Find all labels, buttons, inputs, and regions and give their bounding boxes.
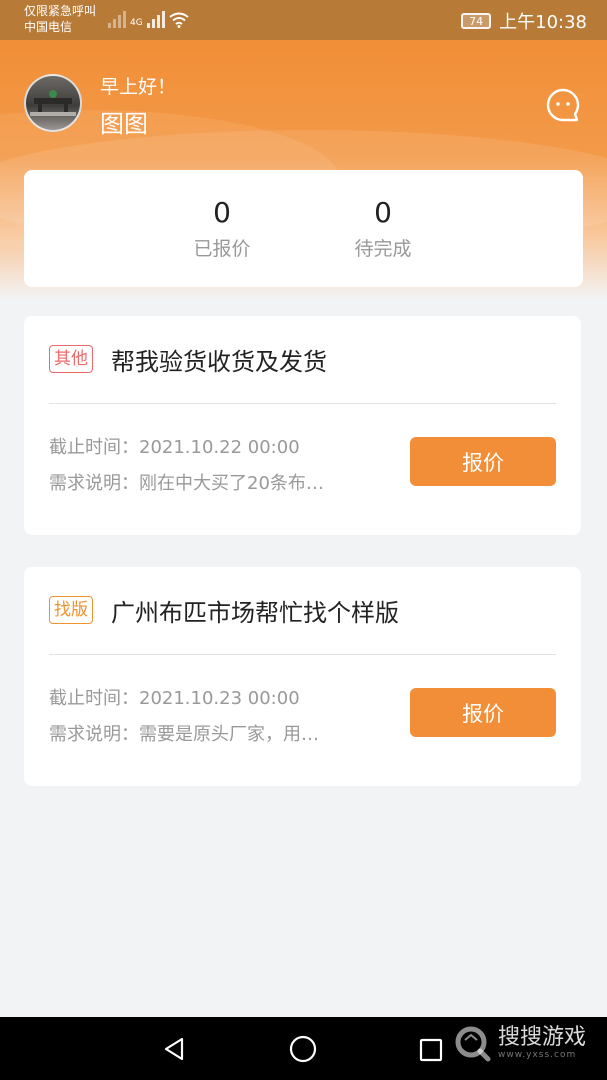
home-icon[interactable] bbox=[288, 1034, 318, 1064]
carrier-line1: 仅限紧急呼叫 bbox=[24, 4, 97, 18]
chat-bubble-icon[interactable] bbox=[545, 87, 581, 123]
username: 图图 bbox=[100, 110, 148, 138]
avatar[interactable] bbox=[24, 74, 82, 132]
stats-card: 0 已报价 0 待完成 bbox=[24, 170, 583, 287]
navigation-bar: 搜搜游戏 www.yxss.com bbox=[0, 1017, 607, 1080]
watermark: 搜搜游戏 www.yxss.com bbox=[452, 1023, 586, 1063]
search-magnifier-icon bbox=[455, 1026, 491, 1062]
watermark-text: 搜搜游戏 bbox=[498, 1025, 587, 1050]
stat-value: 0 bbox=[374, 196, 392, 229]
category-tag: 找版 bbox=[49, 596, 93, 624]
recent-apps-icon[interactable] bbox=[418, 1037, 444, 1063]
description-text: 需求说明：刚在中大买了20条布… bbox=[49, 473, 324, 494]
stat-quoted[interactable]: 0 已报价 bbox=[162, 196, 282, 261]
signal-icon bbox=[108, 10, 126, 28]
wifi-icon bbox=[169, 12, 189, 28]
carrier-line2: 中国电信 bbox=[24, 20, 73, 34]
stat-pending[interactable]: 0 待完成 bbox=[323, 196, 443, 261]
order-title: 帮我验货收货及发货 bbox=[111, 348, 327, 376]
quote-button[interactable]: 报价 bbox=[410, 437, 556, 486]
avatar-image bbox=[30, 90, 76, 116]
order-card[interactable]: 找版 广州布匹市场帮忙找个样版 截止时间：2021.10.23 00:00 需求… bbox=[24, 567, 581, 786]
battery-icon: 74 bbox=[461, 13, 492, 29]
divider bbox=[49, 403, 556, 404]
signal-indicators: 4G bbox=[108, 10, 189, 28]
description-text: 需求说明：需要是原头厂家，用… bbox=[49, 724, 319, 745]
status-bar: 仅限紧急呼叫 中国电信 4G 74 上午10:38 bbox=[0, 0, 607, 40]
stat-value: 0 bbox=[213, 196, 231, 229]
stat-label: 待完成 bbox=[354, 238, 412, 260]
stat-label: 已报价 bbox=[193, 238, 251, 260]
order-title: 广州布匹市场帮忙找个样版 bbox=[111, 599, 399, 627]
clock: 上午10:38 bbox=[499, 12, 587, 33]
network-type: 4G bbox=[130, 18, 143, 28]
deadline-text: 截止时间：2021.10.22 00:00 bbox=[49, 437, 300, 458]
quote-button[interactable]: 报价 bbox=[410, 688, 556, 737]
divider bbox=[49, 654, 556, 655]
order-card[interactable]: 其他 帮我验货收货及发货 截止时间：2021.10.22 00:00 需求说明：… bbox=[24, 316, 581, 535]
deadline-text: 截止时间：2021.10.23 00:00 bbox=[49, 688, 300, 709]
category-tag: 其他 bbox=[49, 345, 93, 373]
greeting-text: 早上好！ bbox=[100, 76, 177, 98]
carrier-info: 仅限紧急呼叫 中国电信 bbox=[24, 3, 96, 35]
watermark-url: www.yxss.com bbox=[498, 1050, 577, 1060]
signal-icon bbox=[146, 10, 165, 28]
back-icon[interactable] bbox=[160, 1035, 188, 1063]
battery-level: 74 bbox=[469, 14, 484, 28]
